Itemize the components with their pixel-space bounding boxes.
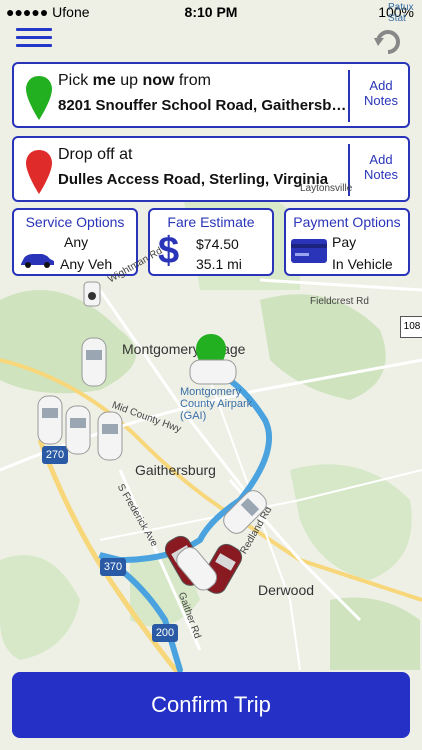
car-icon	[223, 490, 267, 534]
car-icon	[81, 337, 107, 387]
confirm-trip-button[interactable]: Confirm Trip	[12, 672, 410, 738]
vehicles-layer	[37, 281, 267, 594]
car-icon	[37, 395, 63, 445]
wheelchair-icon	[83, 281, 101, 307]
car-icon	[97, 411, 123, 461]
car-icon	[189, 359, 237, 385]
car-icon	[65, 405, 91, 455]
